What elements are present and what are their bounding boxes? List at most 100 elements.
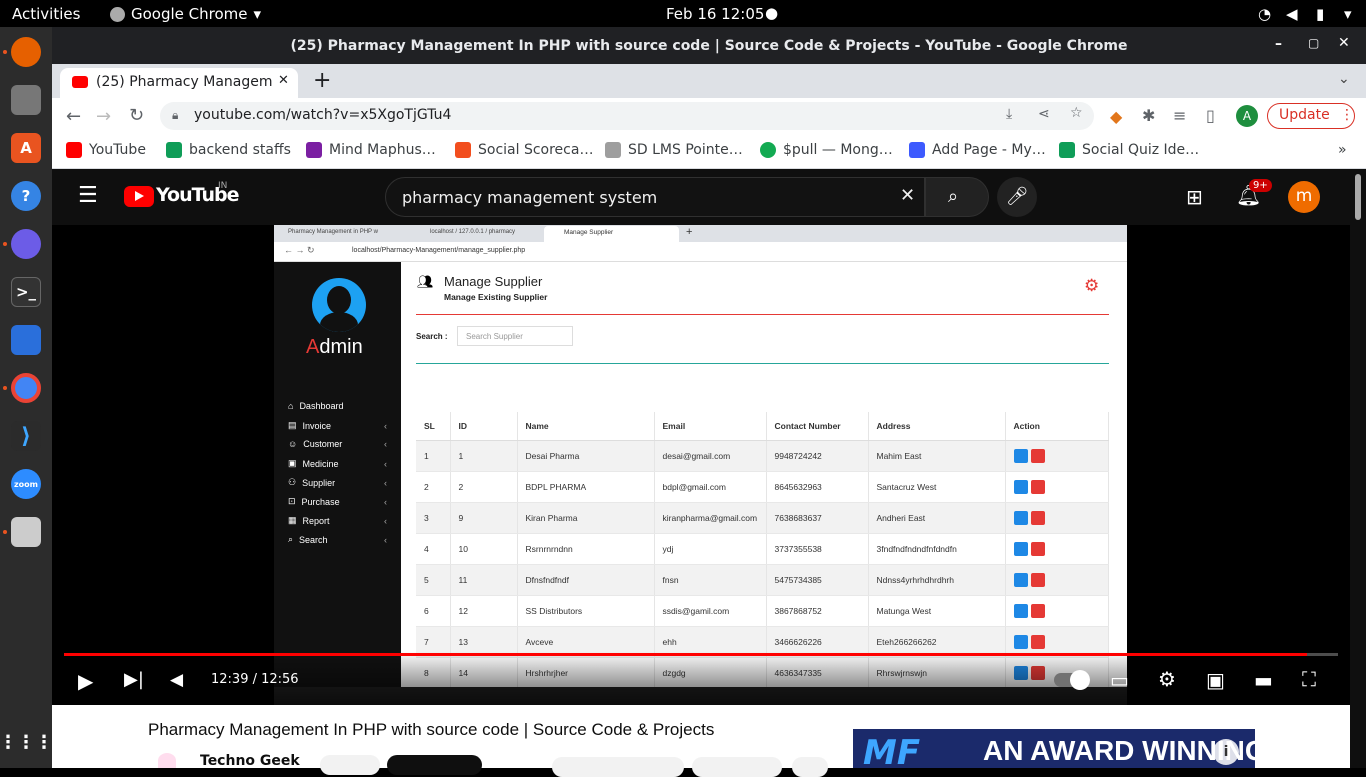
wifi-icon[interactable]: ◔: [1258, 5, 1271, 23]
vscode-icon[interactable]: ⟩: [11, 421, 41, 451]
reload-icon[interactable]: ↻: [129, 105, 144, 126]
firefox-icon[interactable]: [11, 37, 41, 67]
help-icon[interactable]: ?: [11, 181, 41, 211]
info-icon[interactable]: i: [1213, 739, 1239, 765]
table-row: 3 9 Kiran Pharma kiranpharma@gmail.com 76386…: [416, 502, 1109, 534]
active-tab[interactable]: (25) Pharmacy Manageme ✕: [60, 68, 298, 98]
zoom-icon[interactable]: zoom: [11, 469, 41, 499]
voice-search-icon[interactable]: 🎤︎: [997, 177, 1037, 217]
video-new-tab-icon: +: [686, 226, 693, 238]
next-video-icon[interactable]: ▶|: [124, 669, 144, 690]
column-header: SL: [416, 412, 451, 441]
like-button[interactable]: [552, 757, 684, 777]
subtitles-icon[interactable]: ▭: [1110, 668, 1129, 692]
search-button[interactable]: ⌕: [925, 177, 989, 217]
forward-icon[interactable]: →: [96, 106, 111, 127]
install-icon[interactable]: ⤓: [1006, 106, 1012, 122]
edit-icon: [1013, 572, 1028, 587]
back-icon[interactable]: ←: [66, 106, 81, 127]
files-icon[interactable]: [11, 85, 41, 115]
chrome-dock-icon[interactable]: [11, 373, 41, 403]
bookmark-youtube[interactable]: YouTube: [66, 142, 146, 158]
ad-banner[interactable]: MF AN AWARD WINNING i: [853, 729, 1255, 768]
app-menu[interactable]: Google Chrome ▾: [110, 5, 261, 23]
youtube-logo-icon[interactable]: [124, 186, 154, 207]
update-button[interactable]: Update ⋮: [1267, 103, 1355, 129]
bookmark-label: SD LMS Pointe…: [628, 142, 743, 158]
table-cell: 3867868752: [766, 595, 869, 627]
scrollbar-thumb[interactable]: [1355, 174, 1361, 220]
subscribe-button[interactable]: [387, 755, 482, 775]
theater-mode-icon[interactable]: ▬: [1254, 668, 1273, 692]
screenshot-icon[interactable]: [11, 517, 41, 547]
software-center-icon[interactable]: A: [11, 133, 41, 163]
channel-avatar[interactable]: [158, 753, 176, 768]
metamask-icon[interactable]: ◆: [1110, 107, 1122, 126]
extensions-icon[interactable]: ✱: [1142, 106, 1155, 125]
table-cell: 5475734385: [766, 564, 869, 596]
side-panel-icon[interactable]: ▯: [1206, 106, 1215, 125]
table-cell: ydj: [654, 533, 767, 565]
new-tab-button[interactable]: +: [313, 68, 331, 93]
search-supplier-input: Search Supplier: [457, 326, 573, 346]
clear-search-icon[interactable]: ✕: [900, 185, 915, 206]
more-actions-button[interactable]: [792, 757, 828, 777]
system-menu-chevron-icon[interactable]: ▾: [1344, 5, 1352, 23]
delete-icon: [1030, 541, 1045, 556]
channel-name[interactable]: Techno Geek: [200, 753, 300, 769]
app-icon[interactable]: [11, 229, 41, 259]
edit-icon: [1013, 510, 1028, 525]
bookmark-sd-lms[interactable]: SD LMS Pointe…: [605, 142, 743, 158]
more-bookmarks-icon[interactable]: »: [1338, 142, 1347, 158]
volume-icon[interactable]: ◀: [1286, 5, 1298, 23]
bookmark-star-icon[interactable]: ☆: [1070, 105, 1083, 121]
bookmark-backend-staffs[interactable]: backend staffs: [166, 142, 291, 158]
join-button[interactable]: [320, 755, 380, 775]
video-tab: localhost / 127.0.0.1 / pharmacy: [430, 229, 516, 235]
miniplayer-icon[interactable]: ▣: [1206, 668, 1225, 692]
bookmark-label: Social Scoreca…: [478, 142, 594, 158]
progress-bar[interactable]: [64, 653, 1338, 656]
admin-sidebar: Admin ⌂ Dashboard ▤ Invoice ‹ ☺ Customer ‹ ▣ M…: [274, 262, 401, 705]
create-video-icon[interactable]: ⊞: [1186, 185, 1203, 209]
minimize-icon[interactable]: –: [1275, 36, 1282, 52]
hamburger-menu-icon[interactable]: ☰: [78, 183, 98, 208]
bookmark-social-quiz[interactable]: Social Quiz Ide…: [1059, 142, 1199, 158]
terminal-icon[interactable]: >_: [11, 277, 41, 307]
bookmark-social-scorecard[interactable]: Social Scoreca…: [455, 142, 593, 158]
scrollbar[interactable]: [1350, 169, 1366, 768]
volume-icon[interactable]: ◀: [170, 670, 183, 690]
table-cell: 3737355538: [766, 533, 869, 565]
battery-icon[interactable]: ▮: [1316, 5, 1324, 23]
autoplay-toggle[interactable]: [1054, 670, 1090, 690]
video-url: localhost/Pharmacy-Management/manage_sup…: [352, 247, 526, 254]
maximize-icon[interactable]: ▢: [1308, 36, 1319, 50]
table-cell: Andheri East: [868, 502, 1006, 534]
account-avatar[interactable]: m: [1288, 181, 1320, 213]
activities-button[interactable]: Activities: [12, 5, 80, 23]
tab-search-icon[interactable]: ⌄: [1338, 71, 1350, 87]
play-icon[interactable]: ▶: [78, 669, 93, 693]
share-icon[interactable]: ⋖: [1038, 106, 1050, 122]
settings-icon[interactable]: ⚙: [1158, 667, 1176, 691]
fullscreen-icon[interactable]: ⛶: [1302, 667, 1316, 691]
ad-logo: MF: [863, 733, 921, 768]
app-grid-icon[interactable]: ⋮⋮⋮: [0, 727, 53, 757]
search-input[interactable]: pharmacy management system ✕: [385, 177, 925, 217]
video-frame: Pharmacy Management in PHP w localhost /…: [274, 225, 1127, 705]
profile-avatar[interactable]: A: [1236, 105, 1258, 127]
clock[interactable]: Feb 16 12:05: [666, 5, 764, 23]
address-bar[interactable]: 🔒︎ youtube.com/watch?v=x5XgoTjGTu4 ⤓ ⋖ ☆: [160, 102, 1094, 130]
video-player[interactable]: Pharmacy Management in PHP w localhost /…: [52, 225, 1350, 705]
bookmark-label: Mind Maphus…: [329, 142, 436, 158]
bookmark-pull-mongo[interactable]: $pull — Mong…: [760, 142, 893, 158]
close-tab-icon[interactable]: ✕: [278, 73, 289, 88]
bookmark-mind-maphus[interactable]: Mind Maphus…: [306, 142, 436, 158]
action-cell: [1005, 564, 1109, 596]
close-window-icon[interactable]: ✕: [1338, 35, 1350, 51]
text-editor-icon[interactable]: [11, 325, 41, 355]
bookmark-add-page[interactable]: Add Page - My…: [909, 142, 1046, 158]
table-cell: desai@gmail.com: [654, 440, 767, 472]
reading-list-icon[interactable]: ≡: [1173, 106, 1186, 125]
share-button[interactable]: [692, 757, 782, 777]
